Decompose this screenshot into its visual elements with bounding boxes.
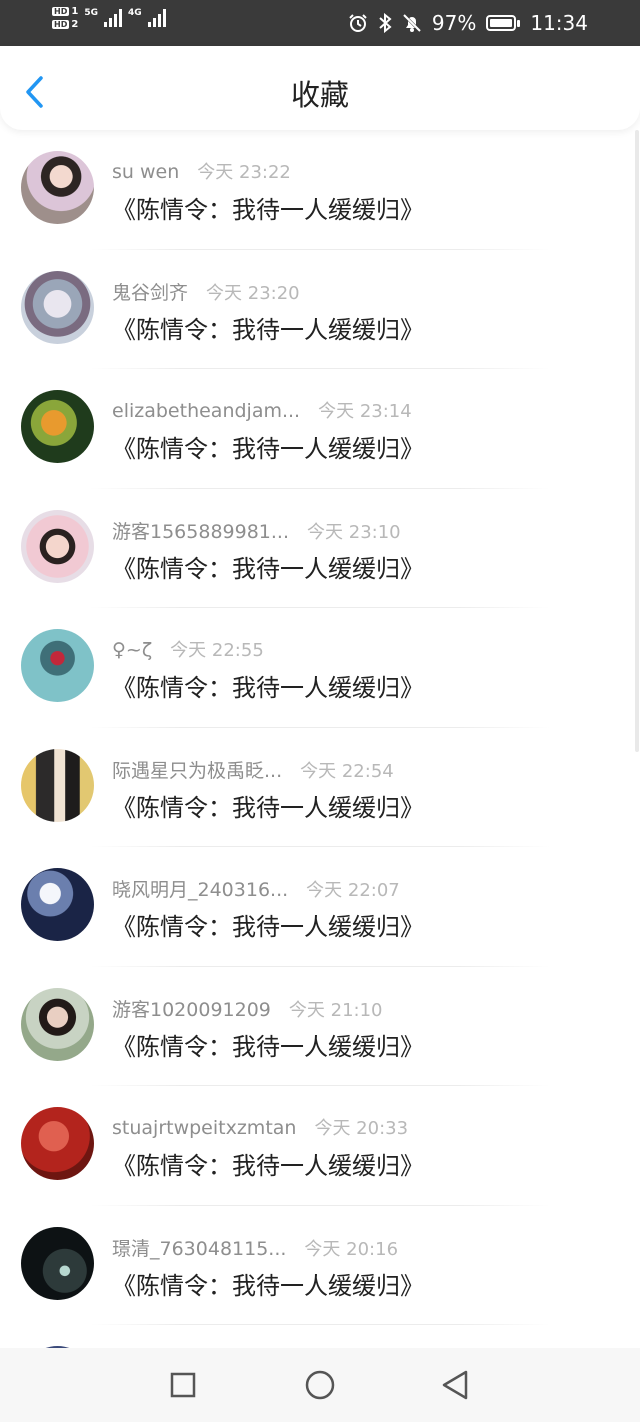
avatar[interactable] bbox=[21, 1226, 94, 1300]
back-button[interactable] bbox=[18, 72, 50, 112]
item-meta: stuajrtwpeitxzmtan 今天 20:33 bbox=[112, 1114, 408, 1140]
home-icon bbox=[305, 1370, 335, 1400]
item-title[interactable]: 《陈情令：我待一人缓缓归》 bbox=[112, 310, 424, 345]
timestamp: 今天 23:20 bbox=[206, 282, 300, 304]
avatar[interactable] bbox=[21, 987, 94, 1061]
avatar[interactable] bbox=[21, 748, 94, 822]
home-button[interactable] bbox=[303, 1368, 337, 1402]
timestamp: 今天 23:14 bbox=[318, 401, 412, 422]
signal-bars-2-icon bbox=[147, 9, 166, 27]
list-item[interactable]: 游客1020091209 今天 21:10 《陈情令：我待一人缓缓归》 bbox=[0, 967, 640, 1086]
timestamp: 今天 23:10 bbox=[307, 521, 401, 543]
avatar[interactable] bbox=[21, 151, 94, 224]
list-item[interactable]: 璟清_763048115... 今天 20:16 《陈情令：我待一人缓缓归》 bbox=[0, 1206, 640, 1325]
list-item[interactable]: stuajrtwpeitxzmtan 今天 20:33 《陈情令：我待一人缓缓归》 bbox=[0, 1086, 640, 1206]
list-item[interactable]: ♀~ζ 今天 22:55 《陈情令：我待一人缓缓归》 bbox=[0, 608, 640, 728]
list-item-partial[interactable] bbox=[0, 1325, 640, 1348]
item-title[interactable]: 《陈情令：我待一人缓缓归》 bbox=[112, 1146, 424, 1181]
item-title[interactable]: 《陈情令：我待一人缓缓归》 bbox=[112, 907, 424, 942]
timestamp: 今天 22:55 bbox=[170, 640, 264, 661]
username[interactable]: 游客1565889981... bbox=[112, 517, 289, 544]
status-bar: HD 1 HD 2 5G 4G 97% 11:34 bbox=[0, 0, 640, 46]
timestamp: 今天 23:22 bbox=[197, 162, 291, 183]
recent-apps-button[interactable] bbox=[166, 1368, 200, 1402]
item-title[interactable]: 《陈情令：我待一人缓缓归》 bbox=[112, 788, 424, 823]
list-item[interactable]: 晓风明月_240316... 今天 22:07 《陈情令：我待一人缓缓归》 bbox=[0, 847, 640, 967]
item-meta: ♀~ζ 今天 22:55 bbox=[112, 636, 264, 662]
list-item[interactable]: elizabetheandjam... 今天 23:14 《陈情令：我待一人缓缓归》 bbox=[0, 369, 640, 489]
timestamp: 今天 21:10 bbox=[288, 999, 383, 1021]
avatar[interactable] bbox=[21, 270, 94, 344]
username[interactable]: su wen bbox=[112, 161, 179, 183]
network-type-1: 5G bbox=[84, 8, 98, 18]
avatar[interactable] bbox=[21, 1107, 94, 1180]
item-meta: 晓风明月_240316... 今天 22:07 bbox=[112, 875, 400, 902]
username[interactable]: stuajrtwpeitxzmtan bbox=[112, 1117, 296, 1139]
hd-badge-2: HD bbox=[52, 20, 70, 29]
avatar[interactable] bbox=[21, 629, 94, 702]
page-header bbox=[0, 46, 640, 130]
item-meta: 游客1020091209 今天 21:10 bbox=[112, 995, 383, 1022]
item-title[interactable]: 《陈情令：我待一人缓缓归》 bbox=[112, 429, 424, 464]
username[interactable]: 璟清_763048115... bbox=[112, 1234, 286, 1261]
item-title[interactable]: 《陈情令：我待一人缓缓归》 bbox=[112, 668, 424, 703]
recent-apps-icon bbox=[170, 1372, 196, 1398]
username[interactable]: elizabetheandjam... bbox=[112, 400, 300, 422]
network-status: HD 1 HD 2 5G 4G bbox=[52, 6, 166, 30]
alarm-icon bbox=[348, 13, 368, 33]
username[interactable]: 鬼谷剑齐 bbox=[112, 278, 188, 305]
item-meta: 璟清_763048115... 今天 20:16 bbox=[112, 1234, 398, 1261]
list-item[interactable]: 游客1565889981... 今天 23:10 《陈情令：我待一人缓缓归》 bbox=[0, 489, 640, 608]
timestamp: 今天 20:33 bbox=[314, 1118, 409, 1139]
list-item[interactable]: 际遇星只为极禹眨... 今天 22:54 《陈情令：我待一人缓缓归》 bbox=[0, 728, 640, 847]
item-meta: 游客1565889981... 今天 23:10 bbox=[112, 517, 401, 544]
hd-indicator: HD 1 HD 2 bbox=[52, 6, 78, 30]
item-meta: 际遇星只为极禹眨... 今天 22:54 bbox=[112, 756, 394, 783]
avatar[interactable] bbox=[21, 509, 94, 583]
avatar[interactable] bbox=[21, 390, 94, 463]
timestamp: 今天 20:16 bbox=[304, 1238, 399, 1260]
mute-bell-icon bbox=[402, 13, 422, 33]
hd-num-2: 2 bbox=[71, 19, 79, 30]
battery-percent: 97% bbox=[431, 11, 477, 35]
list-item[interactable]: 鬼谷剑齐 今天 23:20 《陈情令：我待一人缓缓归》 bbox=[0, 250, 640, 369]
bluetooth-icon bbox=[378, 13, 392, 33]
item-meta: 鬼谷剑齐 今天 23:20 bbox=[112, 278, 300, 305]
hd-badge-1: HD bbox=[52, 7, 70, 16]
battery-icon bbox=[486, 15, 521, 31]
list-item[interactable]: su wen 今天 23:22 《陈情令：我待一人缓缓归》 bbox=[0, 130, 640, 250]
item-title[interactable]: 《陈情令：我待一人缓缓归》 bbox=[112, 190, 424, 225]
username[interactable]: 晓风明月_240316... bbox=[112, 875, 288, 902]
network-type-2: 4G bbox=[127, 8, 142, 18]
item-meta: su wen 今天 23:22 bbox=[112, 158, 291, 184]
chevron-left-icon bbox=[26, 76, 43, 108]
nav-back-button[interactable] bbox=[438, 1368, 472, 1402]
timestamp: 今天 22:07 bbox=[306, 880, 400, 901]
item-title[interactable]: 《陈情令：我待一人缓缓归》 bbox=[112, 1027, 424, 1062]
avatar[interactable] bbox=[21, 868, 94, 941]
signal-bars-1-icon bbox=[103, 9, 122, 27]
username[interactable]: ♀~ζ bbox=[112, 639, 152, 661]
item-title[interactable]: 《陈情令：我待一人缓缓归》 bbox=[112, 549, 424, 584]
system-nav-bar bbox=[0, 1348, 640, 1422]
hd-num-1: 1 bbox=[71, 6, 79, 17]
clock: 11:34 bbox=[530, 11, 588, 35]
username[interactable]: 际遇星只为极禹眨... bbox=[112, 756, 282, 783]
favorites-list[interactable]: su wen 今天 23:22 《陈情令：我待一人缓缓归》 鬼谷剑齐 今天 23:20 《… bbox=[0, 130, 640, 1348]
back-triangle-icon bbox=[442, 1370, 468, 1400]
item-title[interactable]: 《陈情令：我待一人缓缓归》 bbox=[112, 1266, 424, 1301]
timestamp: 今天 22:54 bbox=[300, 760, 394, 782]
username[interactable]: 游客1020091209 bbox=[112, 995, 271, 1022]
item-meta: elizabetheandjam... 今天 23:14 bbox=[112, 397, 412, 423]
